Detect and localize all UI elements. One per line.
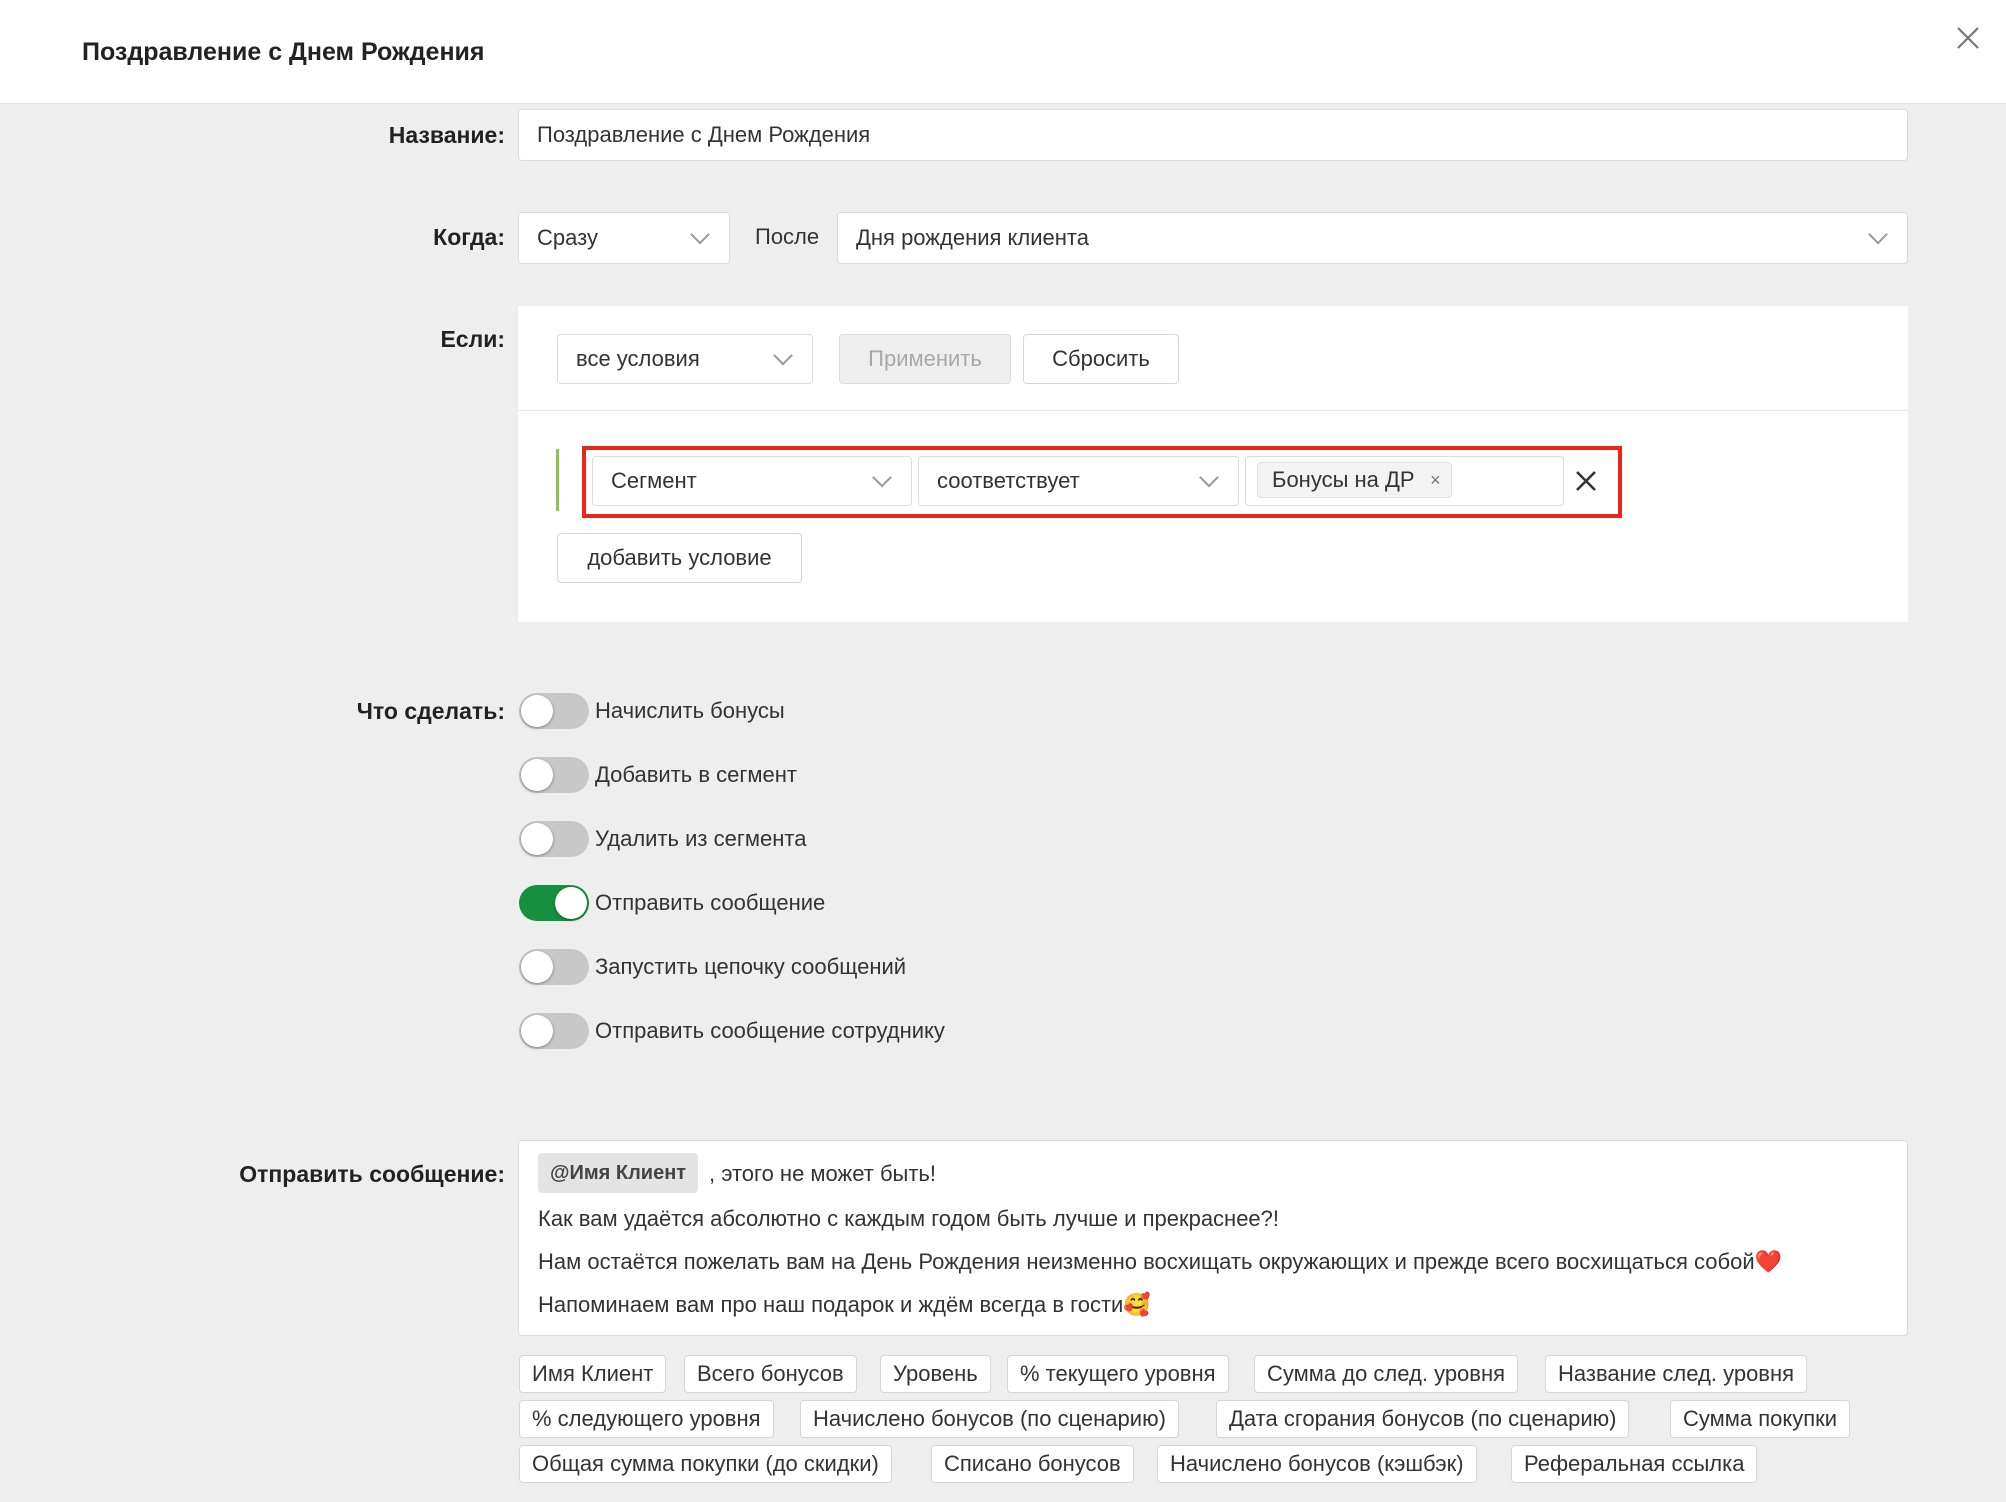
panel-divider: [518, 410, 1908, 411]
variable-chip[interactable]: Списано бонусов: [931, 1445, 1134, 1483]
action-label-message-employee: Отправить сообщение сотруднику: [595, 1018, 945, 1043]
modal-title: Поздравление с Днем Рождения: [82, 38, 485, 66]
toggle-send-message[interactable]: [519, 885, 589, 921]
toggle-knob: [521, 1015, 553, 1047]
action-label-accrue-bonuses: Начислить бонусы: [595, 698, 785, 723]
chevron-down-icon: [690, 224, 710, 245]
reset-button[interactable]: Сбросить: [1023, 334, 1179, 384]
toggle-start-chain[interactable]: [519, 949, 589, 985]
toggle-message-employee[interactable]: [519, 1013, 589, 1049]
name-label: Название:: [388, 122, 505, 148]
action-label-add-to-segment: Добавить в сегмент: [595, 762, 797, 787]
timing-select[interactable]: Сразу: [518, 212, 730, 264]
variable-chip[interactable]: Реферальная ссылка: [1511, 1445, 1758, 1483]
timing-select-value: Сразу: [537, 225, 598, 250]
toggle-knob: [521, 951, 553, 983]
variable-chip[interactable]: Начислено бонусов (кэшбэк): [1157, 1445, 1477, 1483]
toggle-accrue-bonuses[interactable]: [519, 693, 589, 729]
toggle-add-to-segment[interactable]: [519, 757, 589, 793]
modal-header: Поздравление с Днем Рождения: [0, 0, 2006, 104]
action-label-send-message: Отправить сообщение: [595, 890, 826, 915]
variable-chip[interactable]: Общая сумма покупки (до скидки): [519, 1445, 892, 1483]
variable-chip[interactable]: Сумма до след. уровня: [1254, 1355, 1519, 1393]
toggle-knob: [555, 887, 587, 919]
variable-chip[interactable]: % текущего уровня: [1007, 1355, 1229, 1393]
message-editor[interactable]: @Имя Клиент , этого не может быть! Как в…: [518, 1140, 1908, 1336]
variable-chip[interactable]: Начислено бонусов (по сценарию): [800, 1400, 1179, 1438]
event-select-value: Дня рождения клиента: [856, 225, 1089, 250]
toggle-remove-from-segment[interactable]: [519, 821, 589, 857]
variable-chip[interactable]: Сумма покупки: [1670, 1400, 1851, 1438]
event-select[interactable]: Дня рождения клиента: [837, 212, 1908, 264]
add-condition-button[interactable]: добавить условие: [557, 533, 802, 583]
action-label-start-chain: Запустить цепочку сообщений: [595, 954, 907, 979]
variable-chip[interactable]: Имя Клиент: [519, 1355, 667, 1393]
client-name-mention: @Имя Клиент: [538, 1153, 699, 1193]
message-line-1: , этого не может быть!: [709, 1161, 937, 1186]
variable-chip[interactable]: Всего бонусов: [684, 1355, 857, 1393]
variable-chip[interactable]: % следующего уровня: [519, 1400, 774, 1438]
actions-label: Что сделать:: [356, 698, 505, 724]
condition-group-bar: [556, 449, 559, 511]
match-select[interactable]: все условия: [557, 334, 813, 384]
close-icon[interactable]: [1952, 22, 1984, 54]
apply-button[interactable]: Применить: [839, 334, 1011, 384]
toggle-knob: [521, 759, 553, 791]
chevron-down-icon: [773, 345, 793, 366]
match-select-value: все условия: [576, 346, 700, 371]
name-input-value: Поздравление с Днем Рождения: [537, 122, 871, 147]
action-label-remove-from-segment: Удалить из сегмента: [595, 826, 807, 851]
if-label: Если:: [440, 326, 505, 352]
chevron-down-icon: [1868, 224, 1888, 245]
when-label: Когда:: [433, 224, 505, 250]
name-input[interactable]: Поздравление с Днем Рождения: [518, 109, 1908, 161]
variable-chip[interactable]: Уровень: [880, 1355, 991, 1393]
message-line-3: Нам остаётся пожелать вам на День Рожден…: [538, 1249, 1782, 1274]
message-label: Отправить сообщение:: [239, 1161, 505, 1187]
message-line-4: Напоминаем вам про наш подарок и ждём вс…: [538, 1292, 1151, 1317]
variable-chip[interactable]: Дата сгорания бонусов (по сценарию): [1216, 1400, 1630, 1438]
highlight-box: [582, 446, 1622, 518]
message-line-2: Как вам удаётся абсолютно с каждым годом…: [538, 1206, 1280, 1231]
toggle-knob: [521, 695, 553, 727]
after-label: После: [755, 224, 820, 249]
toggle-knob: [521, 823, 553, 855]
variable-chip[interactable]: Название след. уровня: [1545, 1355, 1808, 1393]
